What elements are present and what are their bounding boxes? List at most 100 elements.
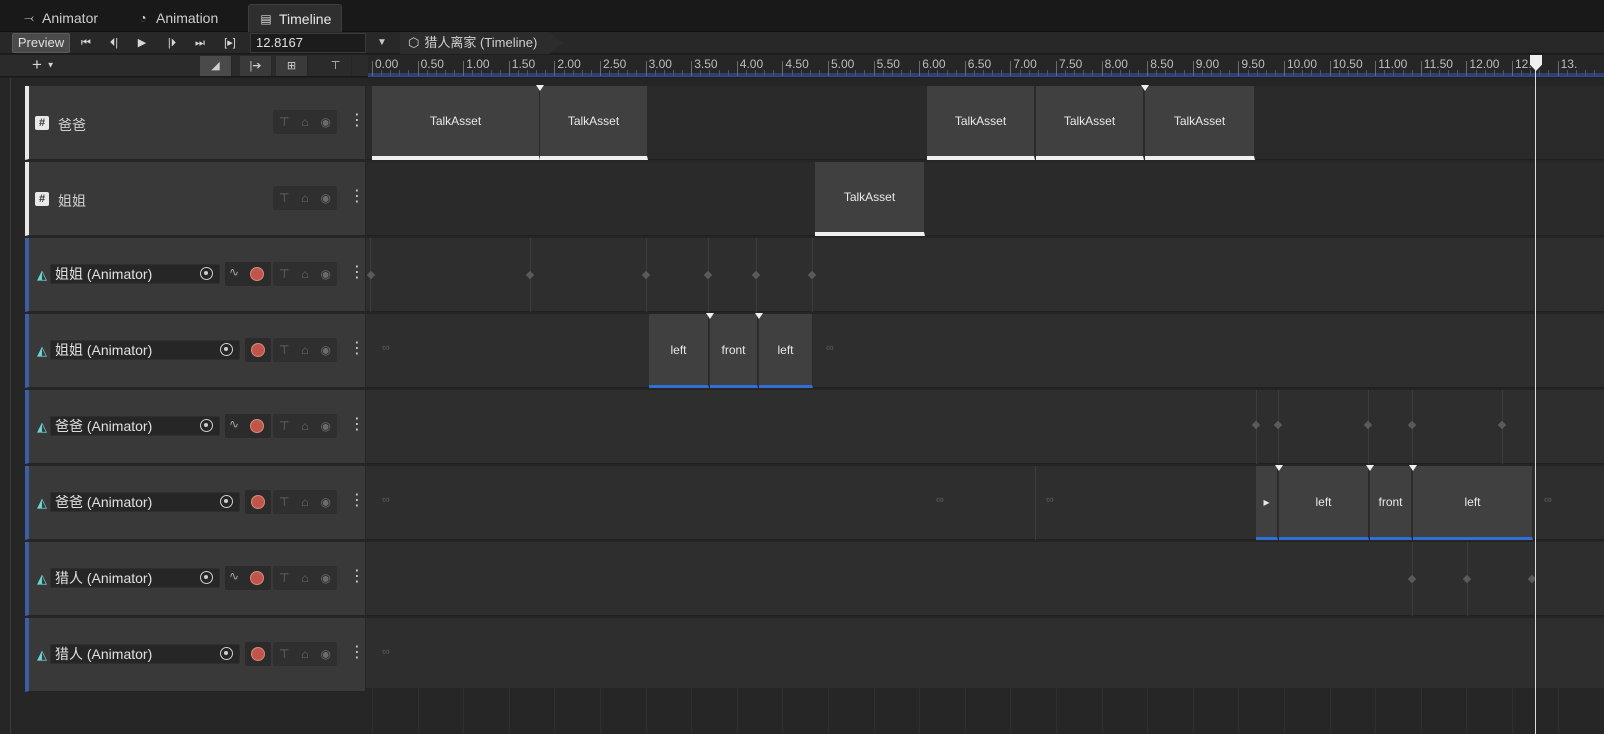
record-button[interactable] — [245, 338, 271, 362]
record-icon[interactable] — [250, 267, 264, 281]
pin-icon[interactable]: ⊤ — [279, 110, 289, 134]
track-lane-infinite[interactable] — [366, 390, 1604, 464]
bound-object-field[interactable]: 姐姐 (Animator) — [50, 340, 240, 360]
track-lock-controls[interactable]: ⊤ ⌂ ◉ — [273, 490, 337, 514]
track-lock-controls[interactable]: ⊤ ⌂ ◉ — [273, 414, 337, 438]
more-options-icon[interactable]: ⋮ — [349, 189, 365, 205]
pin-icon[interactable]: ⊤ — [279, 186, 289, 210]
next-frame-icon[interactable]: |⏵ — [158, 33, 186, 53]
keyframe[interactable] — [366, 270, 376, 280]
pin-icon[interactable]: ⊤ — [279, 414, 289, 438]
timeline-asset-breadcrumb[interactable]: ⬡ 猎人离家 (Timeline) — [400, 32, 563, 54]
animation-clip[interactable]: left — [649, 314, 709, 388]
tab-animation[interactable]: ◔ Animation — [126, 4, 228, 32]
timeline-tracks-area[interactable]: TalkAsset TalkAsset TalkAsset TalkAsset … — [366, 78, 1604, 734]
talk-asset-clip[interactable]: TalkAsset — [927, 86, 1035, 160]
track-lock-controls[interactable]: ⊤ ⌂ ◉ — [273, 110, 337, 134]
object-picker-icon[interactable] — [220, 495, 233, 508]
eye-icon[interactable]: ◉ — [321, 566, 331, 590]
record-button[interactable] — [245, 490, 271, 514]
track-lane-clips[interactable]: ∞ ∞ ∞ ▸ left front left ∞ — [366, 465, 1604, 540]
keyframe[interactable] — [1407, 420, 1417, 430]
record-icon[interactable] — [250, 571, 264, 585]
animation-clip[interactable]: left — [1279, 466, 1369, 540]
animation-clip[interactable]: front — [1370, 466, 1412, 540]
track-lock-controls[interactable]: ⊤ ⌂ ◉ — [273, 642, 337, 666]
eye-icon[interactable]: ◉ — [321, 110, 331, 134]
record-button[interactable] — [245, 642, 271, 666]
lock-icon[interactable]: ⌂ — [301, 490, 308, 514]
keyframe[interactable] — [1407, 574, 1417, 584]
record-icon[interactable] — [250, 419, 264, 433]
track-lock-controls[interactable]: ⊤ ⌂ ◉ — [273, 338, 337, 362]
keyframe[interactable] — [751, 270, 761, 280]
keyframe[interactable] — [1363, 420, 1373, 430]
talk-asset-clip[interactable]: TalkAsset — [1036, 86, 1144, 160]
clip-marker-icon[interactable] — [1409, 465, 1417, 471]
eye-icon[interactable]: ◉ — [321, 414, 331, 438]
more-options-icon[interactable]: ⋮ — [349, 265, 365, 281]
markers-icon[interactable]: ⊞ — [276, 56, 308, 76]
play-range-icon[interactable]: [▸] — [216, 33, 244, 53]
tab-timeline[interactable]: ▤ Timeline — [248, 4, 343, 32]
more-options-icon[interactable]: ⋮ — [349, 645, 365, 661]
eye-icon[interactable]: ◉ — [321, 490, 331, 514]
keyframe[interactable] — [703, 270, 713, 280]
track-lock-controls[interactable]: ⊤ ⌂ ◉ — [273, 262, 337, 286]
lock-icon[interactable]: ⌂ — [301, 566, 308, 590]
eye-icon[interactable]: ◉ — [321, 262, 331, 286]
talk-asset-clip[interactable]: TalkAsset — [1145, 86, 1255, 160]
lock-icon[interactable]: ⌂ — [301, 642, 308, 666]
pin-icon[interactable]: ⊤ — [279, 566, 289, 590]
pin-icon[interactable]: ⊤ — [320, 56, 352, 76]
curves-button[interactable]: ∿ — [225, 414, 271, 438]
go-to-end-icon[interactable]: ⏭ — [186, 33, 214, 53]
eye-icon[interactable]: ◉ — [321, 642, 331, 666]
preview-button[interactable]: Preview — [12, 33, 70, 53]
keyframe[interactable] — [1462, 574, 1472, 584]
eye-icon[interactable]: ◉ — [321, 186, 331, 210]
animation-clip[interactable]: front — [710, 314, 758, 388]
signal-marker-icon[interactable] — [536, 85, 544, 91]
track-header-animator[interactable]: ◭ 姐姐 (Animator) ∿ ⊤ ⌂ ◉ ⋮ — [25, 238, 365, 312]
signal-marker-icon[interactable] — [1141, 85, 1149, 91]
talk-asset-clip[interactable]: TalkAsset — [815, 162, 925, 236]
lock-icon[interactable]: ⌂ — [301, 414, 308, 438]
track-header-animator[interactable]: ◭ 猎人 (Animator) ∿ ⊤ ⌂ ◉ ⋮ — [25, 542, 365, 616]
snap-icon[interactable]: ◢ — [200, 56, 232, 76]
track-header-animator[interactable]: ◭ 爸爸 (Animator) ∿ ⊤ ⌂ ◉ ⋮ — [25, 390, 365, 464]
lock-icon[interactable]: ⌂ — [301, 186, 308, 210]
animation-clip[interactable]: left — [759, 314, 813, 388]
keyframe[interactable] — [641, 270, 651, 280]
ripple-icon[interactable]: |➔ — [240, 56, 272, 76]
track-header-signal[interactable]: # 姐姐 ⊤ ⌂ ◉ ⋮ — [25, 162, 365, 236]
track-lane-signal[interactable]: TalkAsset — [366, 162, 1604, 236]
track-lane-clips[interactable]: ∞ — [366, 618, 1604, 692]
track-header-animator[interactable]: ◭ 猎人 (Animator) ⊤ ⌂ ◉ ⋮ — [25, 618, 365, 692]
track-lock-controls[interactable]: ⊤ ⌂ ◉ — [273, 566, 337, 590]
lock-icon[interactable]: ⌂ — [301, 338, 308, 362]
object-picker-icon[interactable] — [200, 419, 213, 432]
track-lane-clips[interactable]: ∞ left front left ∞ — [366, 313, 1604, 388]
more-options-icon[interactable]: ⋮ — [349, 341, 365, 357]
track-header-animator[interactable]: ◭ 爸爸 (Animator) ⊤ ⌂ ◉ ⋮ — [25, 466, 365, 540]
animation-clip[interactable]: left — [1413, 466, 1533, 540]
keyframe[interactable] — [807, 270, 817, 280]
object-picker-icon[interactable] — [220, 647, 233, 660]
add-track-button[interactable]: + ▼ — [28, 56, 62, 76]
lock-icon[interactable]: ⌂ — [301, 262, 308, 286]
keyframe[interactable] — [1273, 420, 1283, 430]
previous-frame-icon[interactable]: ⏴| — [100, 33, 128, 53]
keyframe[interactable] — [525, 270, 535, 280]
tab-animator[interactable]: ⤙ Animator — [12, 4, 108, 32]
bound-object-field[interactable]: 爸爸 (Animator) — [50, 416, 220, 436]
track-lane-infinite[interactable] — [366, 542, 1604, 616]
track-lane-signal[interactable]: TalkAsset TalkAsset TalkAsset TalkAsset … — [366, 85, 1604, 160]
bound-object-field[interactable]: 猎人 (Animator) — [50, 644, 240, 664]
curves-button[interactable]: ∿ — [225, 262, 271, 286]
track-lock-controls[interactable]: ⊤ ⌂ ◉ — [273, 186, 337, 210]
timeline-empty-area[interactable] — [366, 688, 1604, 734]
timeline-dropdown-icon[interactable]: ▼ — [374, 33, 390, 53]
more-options-icon[interactable]: ⋮ — [349, 569, 365, 585]
more-options-icon[interactable]: ⋮ — [349, 493, 365, 509]
